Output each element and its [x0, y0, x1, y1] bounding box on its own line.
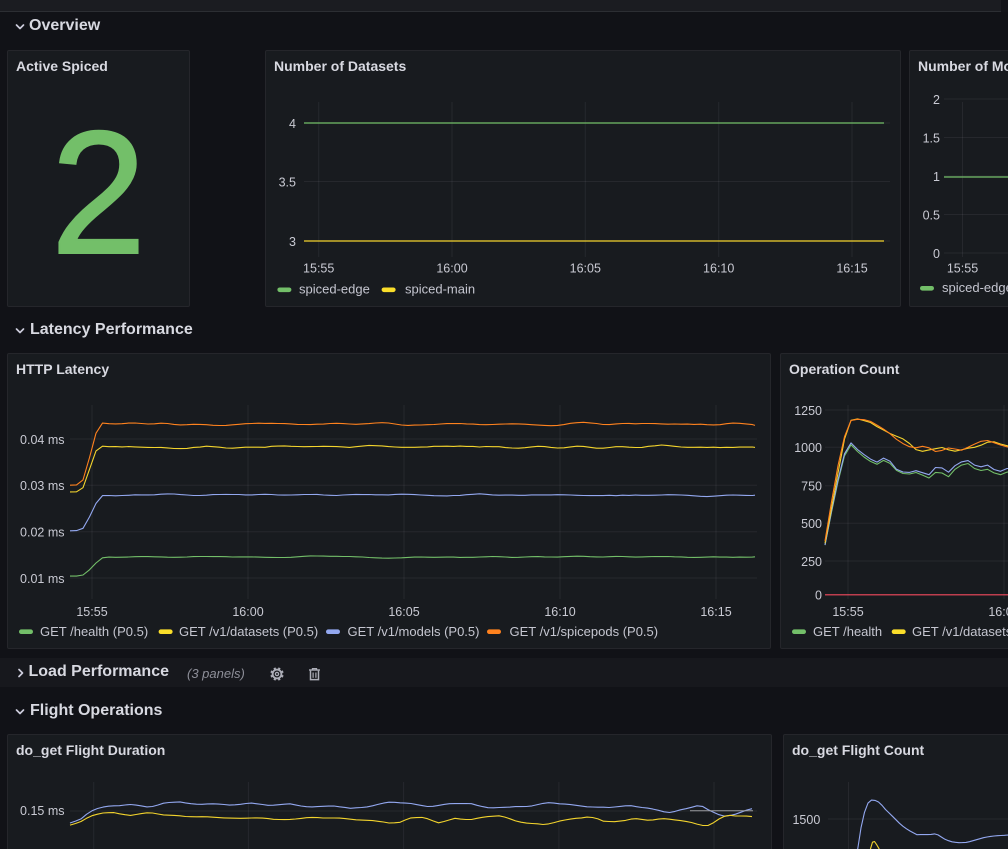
svg-text:GET /v1/datasets (P0.5): GET /v1/datasets (P0.5) — [179, 624, 318, 639]
svg-text:16:00: 16:00 — [988, 605, 1008, 619]
svg-text:0.03 ms: 0.03 ms — [20, 479, 64, 493]
svg-text:GET /v1/models (P0.5): GET /v1/models (P0.5) — [348, 624, 480, 639]
svg-text:16:05: 16:05 — [570, 262, 601, 276]
svg-text:15:55: 15:55 — [303, 262, 334, 276]
svg-text:16:00: 16:00 — [436, 262, 467, 276]
svg-text:15:55: 15:55 — [832, 605, 863, 619]
svg-text:16:10: 16:10 — [703, 262, 734, 276]
svg-text:250: 250 — [801, 555, 822, 569]
svg-text:1250: 1250 — [794, 404, 822, 418]
svg-text:GET /health (P0.5): GET /health (P0.5) — [40, 624, 148, 639]
svg-text:500: 500 — [801, 517, 822, 531]
svg-text:16:05: 16:05 — [388, 605, 419, 619]
svg-text:spiced-main: spiced-main — [405, 281, 475, 296]
svg-text:16:10: 16:10 — [544, 605, 575, 619]
svg-text:0.04 ms: 0.04 ms — [20, 433, 64, 447]
svg-text:15:55: 15:55 — [947, 262, 978, 276]
svg-text:spiced-edge: spiced-edge — [942, 280, 1008, 295]
svg-text:GET /v1/datasets: GET /v1/datasets — [912, 624, 1008, 639]
svg-text:16:15: 16:15 — [836, 262, 867, 276]
svg-text:0.15 ms: 0.15 ms — [20, 804, 64, 818]
svg-text:3: 3 — [289, 235, 296, 249]
svg-text:16:15: 16:15 — [700, 605, 731, 619]
svg-text:1000: 1000 — [794, 441, 822, 455]
svg-text:3.5: 3.5 — [279, 175, 296, 189]
svg-text:750: 750 — [801, 480, 822, 494]
svg-text:1: 1 — [933, 170, 940, 184]
svg-text:16:00: 16:00 — [232, 605, 263, 619]
svg-text:1500: 1500 — [792, 813, 820, 827]
svg-text:GET /v1/spicepods (P0.5): GET /v1/spicepods (P0.5) — [510, 624, 659, 639]
svg-text:0.5: 0.5 — [923, 208, 940, 222]
svg-text:0: 0 — [815, 589, 822, 603]
svg-text:2: 2 — [933, 93, 940, 107]
svg-text:15:55: 15:55 — [76, 605, 107, 619]
svg-text:spiced-edge: spiced-edge — [299, 281, 370, 296]
svg-text:GET /health: GET /health — [813, 624, 882, 639]
svg-text:1.5: 1.5 — [923, 131, 940, 145]
svg-text:0: 0 — [933, 247, 940, 261]
svg-text:0.01 ms: 0.01 ms — [20, 572, 64, 586]
svg-text:0.02 ms: 0.02 ms — [20, 526, 64, 540]
svg-text:4: 4 — [289, 117, 296, 131]
